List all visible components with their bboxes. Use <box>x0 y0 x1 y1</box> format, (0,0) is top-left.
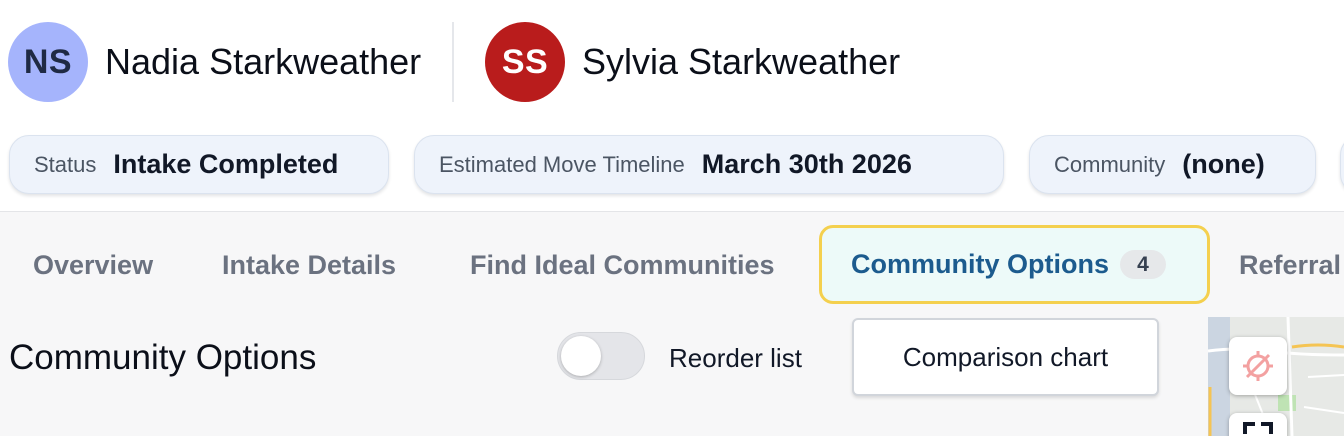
fullscreen-icon <box>1243 422 1273 434</box>
page-title: Community Options <box>9 338 317 377</box>
status-value: Intake Completed <box>113 149 339 179</box>
person-nadia[interactable]: NS Nadia Starkweather <box>8 22 421 102</box>
count-badge: 4 <box>1120 250 1166 279</box>
comparison-chart-button[interactable]: Comparison chart <box>852 318 1159 396</box>
avatar: NS <box>8 22 88 102</box>
community-label: Community <box>1054 151 1166 177</box>
person-sylvia[interactable]: SS Sylvia Starkweather <box>485 22 900 102</box>
tab-referrals[interactable]: Referral <box>1239 250 1341 281</box>
people-divider <box>452 22 454 102</box>
content-area: Overview Intake Details Find Ideal Commu… <box>0 211 1344 436</box>
status-pill[interactable]: Status Intake Completed <box>9 135 389 194</box>
map-view[interactable] <box>1208 317 1344 436</box>
fullscreen-icon[interactable] <box>1229 413 1287 436</box>
location-off-icon <box>1243 351 1273 381</box>
status-label: Status <box>34 151 97 177</box>
tab-community-options[interactable]: Community Options 4 <box>819 225 1210 304</box>
tab-intake-details[interactable]: Intake Details <box>222 250 396 281</box>
person-name: Sylvia Starkweather <box>582 41 901 82</box>
move-timeline-value: March 30th 2026 <box>701 149 912 179</box>
community-value: (none) <box>1182 149 1265 179</box>
people-header: NS Nadia Starkweather SS Sylvia Starkwea… <box>0 0 1344 124</box>
avatar: SS <box>485 22 565 102</box>
tab-find-ideal-communities[interactable]: Find Ideal Communities <box>470 250 775 281</box>
reorder-label: Reorder list <box>669 343 802 373</box>
reorder-toggle[interactable] <box>557 332 645 380</box>
location-off-icon[interactable] <box>1229 337 1287 395</box>
toggle-knob <box>561 336 601 376</box>
move-timeline-label: Estimated Move Timeline <box>439 151 685 177</box>
tab-label: Community Options <box>851 249 1109 279</box>
tab-overview[interactable]: Overview <box>33 250 153 281</box>
community-pill[interactable]: Community (none) <box>1029 135 1316 194</box>
overflow-pill[interactable] <box>1340 135 1344 194</box>
move-timeline-pill[interactable]: Estimated Move Timeline March 30th 2026 <box>414 135 1004 194</box>
person-name: Nadia Starkweather <box>105 41 422 82</box>
